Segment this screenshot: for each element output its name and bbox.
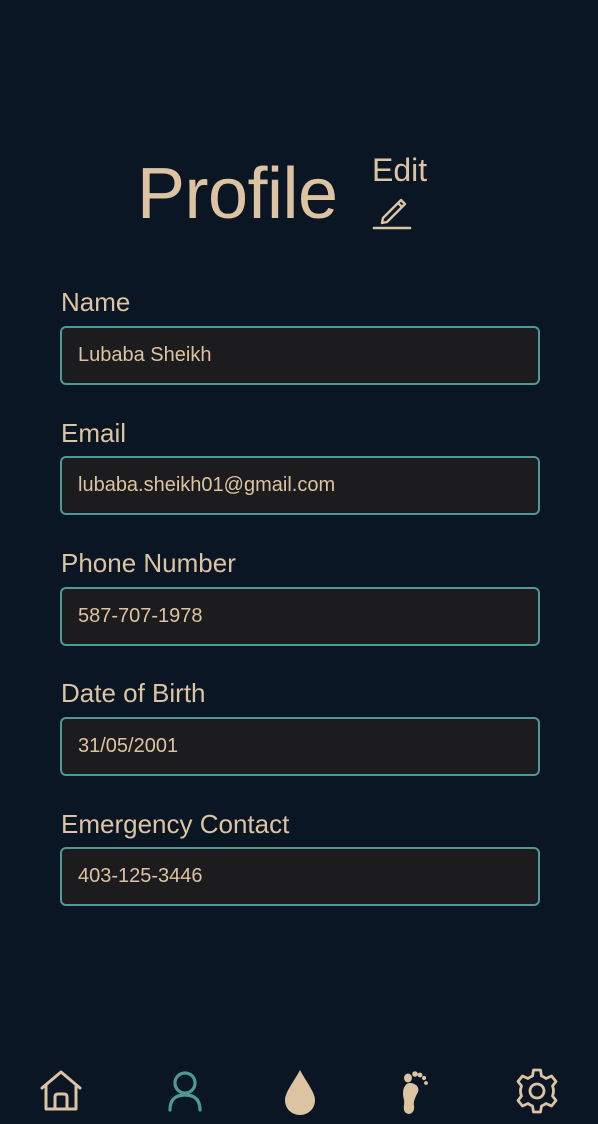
email-value: lubaba.sheikh01@gmail.com (78, 474, 336, 496)
emergency-contact-value: 403-125-3446 (78, 865, 203, 887)
footprint-icon (403, 1071, 428, 1114)
droplet-icon (285, 1070, 315, 1115)
nav-settings[interactable] (512, 1066, 562, 1116)
phone-label: Phone Number (61, 548, 236, 578)
gear-icon (516, 1068, 558, 1114)
name-value: Lubaba Sheikh (78, 344, 212, 366)
home-icon (40, 1070, 82, 1111)
edit-button[interactable]: Edit (372, 150, 432, 234)
nav-profile[interactable] (160, 1066, 210, 1116)
nav-hydration[interactable] (275, 1066, 325, 1116)
phone-field[interactable]: 587-707-1978 (60, 587, 540, 646)
emergency-contact-field[interactable]: 403-125-3446 (60, 847, 540, 906)
dob-field[interactable]: 31/05/2001 (60, 717, 540, 776)
phone-value: 587-707-1978 (78, 605, 203, 627)
page-title: Profile (137, 154, 338, 234)
dob-label: Date of Birth (61, 678, 206, 708)
person-icon (168, 1071, 202, 1112)
pencil-icon (372, 198, 412, 230)
dob-value: 31/05/2001 (78, 735, 179, 757)
name-label: Name (61, 287, 131, 317)
edit-label: Edit (372, 152, 428, 188)
emergency-contact-label: Emergency Contact (61, 809, 290, 839)
email-field[interactable]: lubaba.sheikh01@gmail.com (60, 456, 540, 515)
email-label: Email (61, 418, 127, 448)
nav-steps[interactable] (388, 1066, 438, 1116)
name-field[interactable]: Lubaba Sheikh (60, 326, 540, 385)
nav-home[interactable] (36, 1066, 86, 1116)
